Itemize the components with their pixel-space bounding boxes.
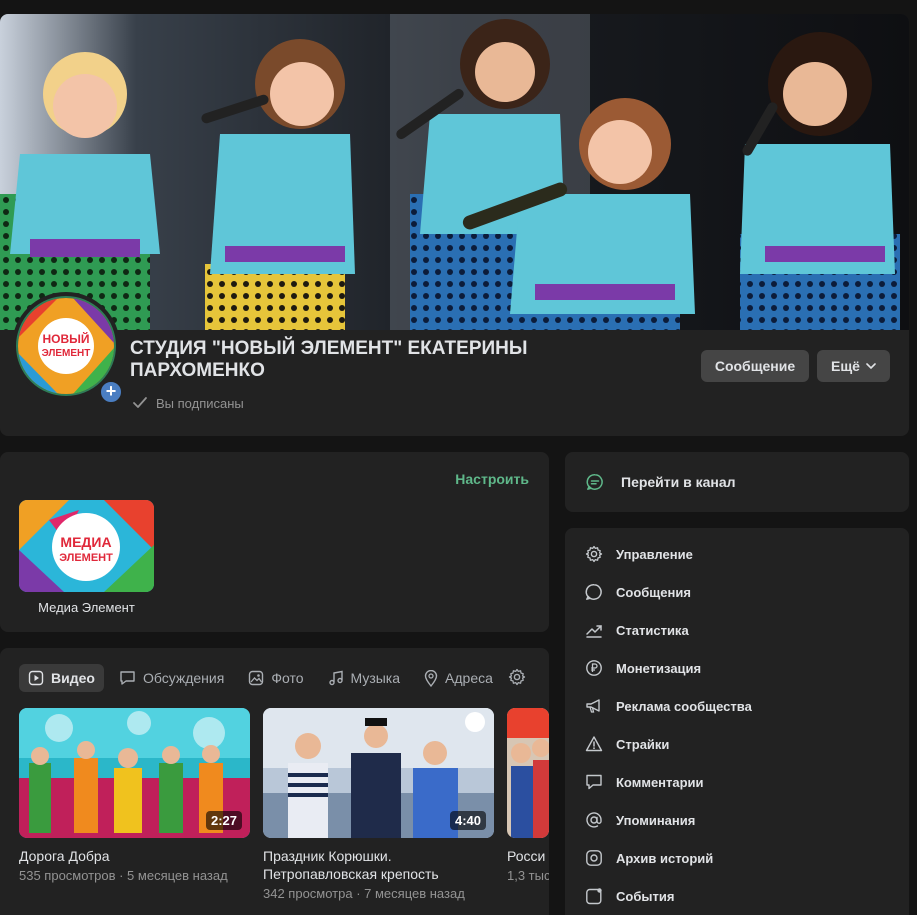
- video-thumbnail[interactable]: 2:27: [19, 708, 250, 838]
- menu-item-label: Статистика: [616, 622, 689, 638]
- video-thumbnail[interactable]: [507, 708, 549, 838]
- menu-item-label: Комментарии: [616, 774, 704, 790]
- video-card[interactable]: Росси 1,3 тыс: [507, 708, 549, 883]
- configure-link[interactable]: Настроить: [455, 471, 529, 487]
- go-to-channel-link[interactable]: Перейти в канал: [586, 473, 736, 491]
- menu-item-label: Сообщения: [616, 584, 691, 600]
- tab-addresses[interactable]: Адреса: [415, 664, 502, 692]
- video-card[interactable]: 4:40 Праздник Корюшки. Петропавловская к…: [263, 708, 494, 901]
- menu-item-comments[interactable]: Комментарии: [585, 770, 704, 794]
- tab-discussions-label: Обсуждения: [142, 670, 225, 686]
- photo-icon: [249, 670, 264, 686]
- menu-item-label: Реклама сообщества: [616, 698, 752, 714]
- channel-block: Перейти в канал: [565, 452, 909, 512]
- tab-photos-label: Фото: [271, 670, 304, 686]
- stories-archive-icon: [586, 850, 602, 866]
- events-icon: [586, 888, 602, 905]
- video-meta: 342 просмотра · 7 месяцев назад: [263, 886, 465, 901]
- video-icon: [28, 670, 44, 686]
- tab-addresses-label: Адреса: [445, 670, 493, 686]
- video-duration: 4:40: [449, 811, 486, 830]
- link-item-media-element[interactable]: МЕДИА ЭЛЕМЕНТ: [19, 500, 154, 592]
- links-block: Настроить МЕДИА ЭЛЕМЕНТ Медиа Элемент: [0, 452, 549, 632]
- message-button[interactable]: Сообщение: [701, 350, 809, 382]
- menu-item-community-ads[interactable]: Реклама сообщества: [585, 694, 752, 718]
- tab-discussions[interactable]: Обсуждения: [110, 664, 233, 692]
- community-title: СТУДИЯ "НОВЫЙ ЭЛЕМЕНТ" ЕКАТЕРИНЫ ПАРХОМЕ…: [130, 338, 528, 381]
- video-title[interactable]: Праздник Корюшки. Петропавловская крепос…: [263, 847, 494, 883]
- menu-item-label: События: [616, 888, 675, 904]
- video-duration: 2:27: [205, 811, 242, 830]
- video-meta: 535 просмотров · 5 месяцев назад: [19, 868, 228, 883]
- admin-menu: Управление Сообщения Статистика Монетиза…: [565, 528, 909, 915]
- avatar-logo-line2: ЭЛЕМЕНТ: [42, 348, 91, 359]
- menu-item-monetization[interactable]: Монетизация: [585, 656, 701, 680]
- message-icon: [585, 584, 602, 600]
- add-avatar-plus-icon[interactable]: +: [98, 379, 124, 405]
- menu-item-label: Архив историй: [616, 850, 714, 866]
- location-icon: [424, 669, 438, 687]
- menu-item-mentions[interactable]: Упоминания: [585, 808, 695, 832]
- video-meta: 1,3 тыс: [507, 868, 549, 883]
- menu-item-statistics[interactable]: Статистика: [585, 618, 689, 642]
- at-icon: [586, 812, 602, 828]
- content-block: Видео Обсуждения Фото Музыка Адреса 2:27…: [0, 648, 549, 915]
- checkmark-icon: [133, 397, 147, 408]
- menu-item-label: Управление: [616, 546, 693, 562]
- media-logo-line2: ЭЛЕМЕНТ: [59, 552, 113, 564]
- music-icon: [328, 670, 343, 686]
- tabs-settings-gear-icon[interactable]: [508, 668, 526, 691]
- chat-bubble-icon: [586, 474, 603, 490]
- video-card[interactable]: 2:27 Дорога Добра 535 просмотров · 5 мес…: [19, 708, 250, 883]
- cover-image: [0, 14, 909, 330]
- menu-item-label: Монетизация: [616, 660, 702, 676]
- more-button-label: Ещё: [831, 358, 860, 374]
- chart-icon: [586, 625, 602, 638]
- warning-icon: [585, 736, 603, 752]
- video-thumbnail[interactable]: 4:40: [263, 708, 494, 838]
- avatar-logo-line1: НОВЫЙ: [42, 331, 89, 346]
- tab-video[interactable]: Видео: [19, 664, 104, 692]
- menu-item-label: Страйки: [616, 736, 670, 752]
- community-avatar[interactable]: НОВЫЙ ЭЛЕМЕНТ +: [12, 292, 124, 405]
- video-title[interactable]: Росси: [507, 847, 549, 865]
- go-to-channel-label: Перейти в канал: [621, 474, 736, 490]
- tab-video-label: Видео: [51, 670, 95, 686]
- menu-item-stories-archive[interactable]: Архив историй: [585, 846, 713, 870]
- tab-photos[interactable]: Фото: [239, 664, 312, 692]
- video-title[interactable]: Дорога Добра: [19, 847, 250, 865]
- content-tabs: Видео Обсуждения Фото Музыка Адреса: [19, 664, 508, 692]
- comment-icon: [586, 774, 602, 790]
- megaphone-icon: [586, 699, 600, 713]
- link-item-label[interactable]: Медиа Элемент: [19, 600, 154, 615]
- media-logo-line1: МЕДИА: [60, 534, 111, 550]
- chevron-down-icon: [866, 363, 876, 370]
- menu-item-messages[interactable]: Сообщения: [585, 580, 691, 604]
- gear-icon: [585, 545, 603, 563]
- tab-music[interactable]: Музыка: [319, 664, 410, 692]
- menu-item-label: Упоминания: [616, 812, 696, 828]
- menu-item-management[interactable]: Управление: [585, 542, 693, 566]
- menu-item-strikes[interactable]: Страйки: [585, 732, 669, 756]
- tab-music-label: Музыка: [350, 670, 401, 686]
- ruble-icon: [586, 660, 602, 676]
- subscription-status[interactable]: Вы подписаны: [132, 395, 244, 411]
- subscription-status-label: Вы подписаны: [156, 395, 244, 411]
- menu-item-events[interactable]: События: [585, 884, 674, 908]
- discussion-icon: [120, 671, 135, 685]
- more-button[interactable]: Ещё: [817, 350, 890, 382]
- community-header: НОВЫЙ ЭЛЕМЕНТ + СТУДИЯ "НОВЫЙ ЭЛЕМЕНТ" Е…: [0, 14, 909, 436]
